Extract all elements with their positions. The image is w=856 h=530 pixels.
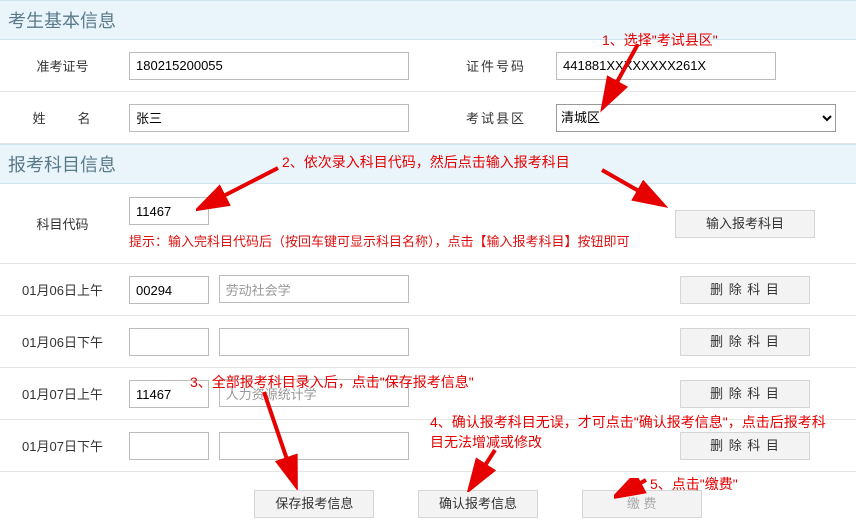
save-button[interactable]: 保存报考信息: [254, 490, 374, 518]
slot-name-0: [219, 275, 409, 303]
ticket-value-cell: [125, 52, 436, 80]
slot-row-2: 01月07日上午 删 除 科 目: [0, 368, 856, 420]
slot-row-1: 01月06日下午 删 除 科 目: [0, 316, 856, 368]
slot-name-2: [219, 379, 409, 407]
input-subject-button[interactable]: 输入报考科目: [675, 210, 815, 238]
slot-label-2: 01月07日上午: [0, 384, 125, 403]
slot-label-1: 01月06日下午: [0, 332, 125, 351]
action-bar: 保存报考信息 确认报考信息 缴 费: [0, 472, 856, 530]
id-label: 证件号码: [436, 56, 556, 75]
name-label: 姓 名: [0, 108, 125, 127]
slot-code-2[interactable]: [129, 380, 209, 408]
section-basic-header: 考生基本信息: [0, 0, 856, 40]
ticket-input[interactable]: [129, 52, 409, 80]
slot-code-3[interactable]: [129, 432, 209, 460]
subject-code-input[interactable]: [129, 197, 209, 225]
county-label: 考试县区: [436, 108, 556, 127]
section-subjects-header: 报考科目信息: [0, 144, 856, 184]
subject-code-label: 科目代码: [0, 214, 125, 233]
subject-hint: 提示：输入完科目代码后（按回车键可显示科目名称），点击【输入报考科目】按钮即可: [129, 231, 660, 250]
pay-button[interactable]: 缴 费: [582, 490, 702, 518]
row-name-county: 姓 名 考试县区 清城区: [0, 92, 856, 144]
county-value-cell: 清城区: [556, 104, 856, 132]
delete-button-1[interactable]: 删 除 科 目: [680, 328, 810, 356]
row-ticket-id: 准考证号 证件号码: [0, 40, 856, 92]
ticket-label: 准考证号: [0, 56, 125, 75]
row-subject-entry: 科目代码 提示：输入完科目代码后（按回车键可显示科目名称），点击【输入报考科目】…: [0, 184, 856, 264]
county-select[interactable]: 清城区: [556, 104, 836, 132]
name-input[interactable]: [129, 104, 409, 132]
delete-button-0[interactable]: 删 除 科 目: [680, 276, 810, 304]
slot-code-1[interactable]: [129, 328, 209, 356]
slot-code-0[interactable]: [129, 276, 209, 304]
slot-row-0: 01月06日上午 删 除 科 目: [0, 264, 856, 316]
slot-label-0: 01月06日上午: [0, 280, 125, 299]
confirm-button[interactable]: 确认报考信息: [418, 490, 538, 518]
id-value-cell: [556, 52, 856, 80]
slot-row-3: 01月07日下午 删 除 科 目: [0, 420, 856, 472]
delete-button-3[interactable]: 删 除 科 目: [680, 432, 810, 460]
delete-button-2[interactable]: 删 除 科 目: [680, 380, 810, 408]
slot-name-3: [219, 432, 409, 460]
name-value-cell: [125, 104, 436, 132]
id-input[interactable]: [556, 52, 776, 80]
slot-label-3: 01月07日下午: [0, 436, 125, 455]
slot-name-1: [219, 328, 409, 356]
